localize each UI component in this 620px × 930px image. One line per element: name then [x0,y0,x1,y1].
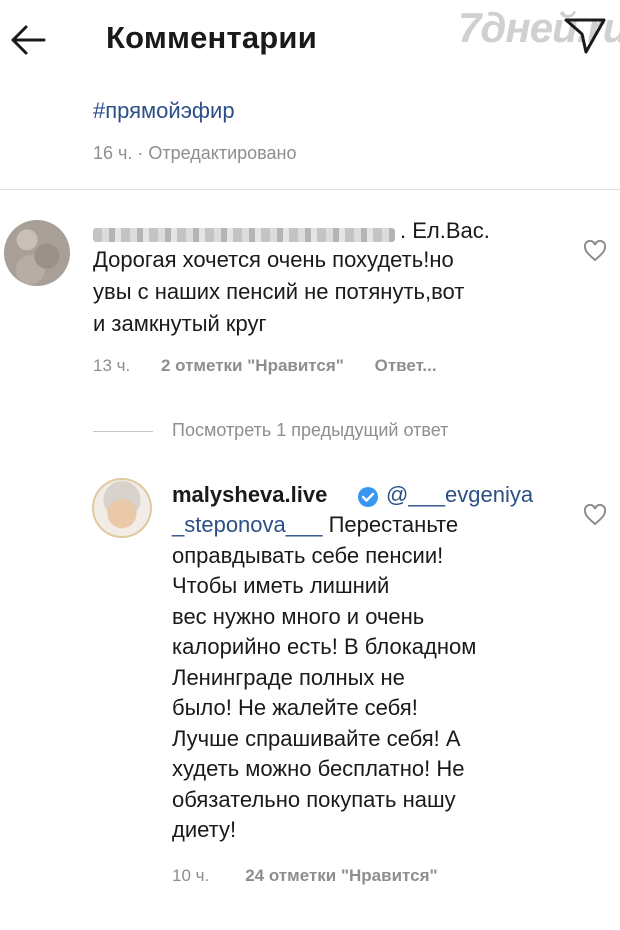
comment-text-segment: Перестаньте [322,512,459,537]
comment-line: увы с наших пенсий не потянуть,вот [93,279,465,304]
verified-badge-icon [358,487,378,507]
page-title: Комментарии [106,20,317,55]
comment-line: Чтобы иметь лишний [172,573,390,598]
comment-line: Дорогая хочется очень похудеть!но [93,247,454,272]
post-hashtag[interactable]: #прямойэфир [93,98,235,124]
replies-divider [93,431,153,432]
comment-line: диету! [172,817,237,842]
comment-text: Дорогая хочется очень похудеть!но увы с … [93,244,563,340]
comment-username[interactable]: malysheva.live [172,482,327,508]
comment-line: и замкнутый круг [93,311,267,336]
comment-text: _steponova___ Перестаньте оправдывать се… [172,510,592,846]
divider [0,189,620,190]
comment-line: Лучше спрашивайте себя! А [172,725,461,751]
like-count[interactable]: 2 отметки "Нравится" [161,356,344,375]
comment-meta: 13 ч. 2 отметки "Нравится" Ответ... [93,356,463,376]
comment-time: 10 ч. [172,866,210,885]
header: Комментарии 7дней.ru [0,0,620,80]
comment-meta: 10 ч. 24 отметки "Нравится" [172,866,438,886]
like-count[interactable]: 24 отметки "Нравится" [245,866,437,885]
comment-line: было! Не жалейте себя! [172,695,418,720]
view-replies-button[interactable]: Посмотреть 1 предыдущий ответ [172,420,448,441]
back-arrow-icon[interactable] [8,22,48,58]
blurred-username[interactable] [93,228,395,242]
comment-line: Ленинграде полных не [172,664,405,690]
comment-time: 13 ч. [93,356,131,375]
avatar[interactable] [92,478,152,538]
avatar[interactable] [4,220,70,286]
heart-icon[interactable] [583,240,607,262]
post-meta: 16 ч. · Отредактировано [93,143,297,163]
comment-line: _steponova___ Перестаньте [172,510,592,541]
comment-line: калорийно есть! В блокадном [172,634,477,659]
comment-line: оправдывать себе пенсии! [172,542,444,568]
mention-link[interactable]: @___evgeniya [386,482,533,508]
comment-line: обязательно покупать нашу [172,786,456,812]
comment-author-suffix: . Ел.Вас. [400,218,490,243]
comment-line: худеть можно бесплатно! Не [172,756,465,781]
send-icon[interactable] [562,14,608,56]
mention-link[interactable]: _steponova___ [172,512,322,537]
reply-button[interactable]: Ответ... [375,356,437,375]
comment-line: вес нужно много и очень [172,603,425,629]
